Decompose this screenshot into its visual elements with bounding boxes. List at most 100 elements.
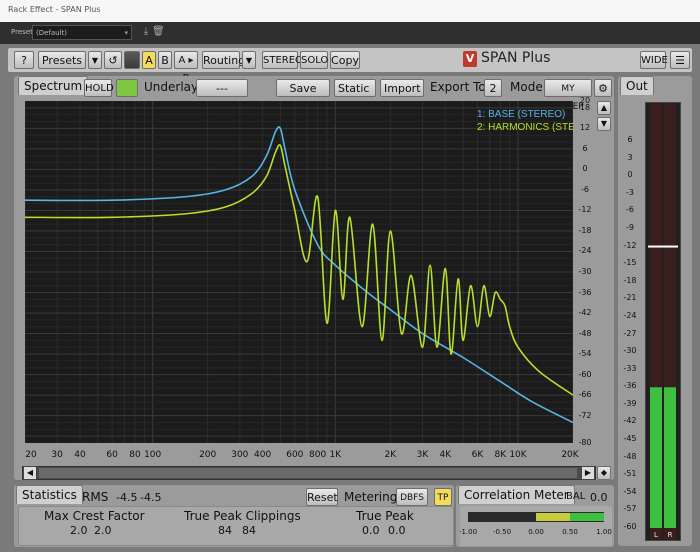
static-label: Static (338, 82, 370, 95)
host-preset-bar: Presets: (Default) ⤓ 🗑 (0, 22, 700, 44)
y-tick-label: -6 (581, 184, 589, 194)
x-axis-labels: 20 30 40 60 80 100 200 300 400 600 800 1K 2K 3K 4K 6K 8K… (20, 450, 580, 464)
preset-dropdown[interactable]: (Default) (32, 25, 132, 41)
span-plus-logo: V SPAN Plus (463, 50, 550, 67)
out-tick-label: -3 (626, 187, 634, 197)
solo-button[interactable]: SOLO (300, 51, 328, 69)
x-tick-label: 30 (51, 450, 63, 460)
tab-correlation-meter[interactable]: Correlation Meter (458, 485, 575, 504)
b-button[interactable]: B (158, 51, 172, 69)
underlay-select[interactable]: --- (196, 79, 248, 97)
mode-select[interactable]: MY SWEEP (544, 79, 592, 112)
hold-button[interactable]: HOLD (84, 79, 114, 97)
x-tick-label: 100 (144, 450, 162, 460)
rms-right-value: -4.5 (140, 491, 162, 504)
presets-menu-arrow-icon[interactable]: ▼ (88, 51, 102, 69)
clippings-left-value: 84 (218, 524, 232, 537)
export-slot-select[interactable]: 2 (484, 79, 502, 97)
y-tick-label: -36 (578, 287, 592, 297)
presets-button[interactable]: Presets (38, 51, 86, 69)
delete-preset-icon[interactable]: 🗑 (152, 26, 165, 38)
hold-indicator[interactable] (116, 79, 138, 97)
menu-icon[interactable]: ☰ (670, 51, 690, 69)
x-tick-label: 8K (494, 450, 507, 460)
tab-statistics[interactable]: Statistics (16, 485, 83, 504)
help-button[interactable]: ? (14, 51, 34, 69)
rms-label: RMS (82, 490, 109, 504)
correlation-tick-label: -0.50 (493, 528, 511, 536)
stereo-button[interactable]: STEREO (262, 51, 303, 69)
out-tick-label: -18 (623, 275, 637, 285)
a-button[interactable]: A (142, 51, 156, 69)
spectrum-settings-gear-icon[interactable]: ⚙ (594, 79, 612, 97)
correlation-fill-mid (536, 513, 570, 521)
output-level-meter: L R (645, 102, 681, 541)
routing-menu-arrow-icon[interactable]: ▼ (242, 51, 256, 69)
static-dropdown[interactable]: Static ▾ (334, 79, 376, 113)
y-tick-label: -30 (578, 267, 592, 276)
crest-right-value: 2.0 (94, 524, 112, 537)
y-tick-label: -12 (578, 205, 592, 215)
reset-stats-button[interactable]: Reset (306, 488, 338, 506)
import-dropdown[interactable]: Import ▾ (380, 79, 424, 113)
reset-icon[interactable]: ↺ (104, 51, 122, 69)
x-tick-label: 20K (561, 450, 579, 460)
frequency-scrollbar[interactable]: ◀ ▶ (22, 466, 596, 480)
correlation-tick-label: -1.00 (460, 528, 477, 536)
out-tick-label: -9 (626, 222, 634, 232)
zoom-in-icon[interactable]: ▲ (597, 101, 611, 115)
peak-hold-marker (648, 245, 678, 248)
save-preset-icon[interactable]: ⤓ (140, 26, 152, 38)
metering-select[interactable]: DBFS (396, 488, 428, 506)
export-label: Export To (430, 80, 486, 94)
scroll-left-icon[interactable]: ◀ (23, 466, 37, 480)
wide-button[interactable]: WIDE (640, 51, 668, 69)
out-tick-label: -30 (623, 346, 637, 356)
out-tick-label: -57 (623, 504, 637, 514)
channel-r-label: R (668, 531, 673, 539)
host-title-bar: Rack Effect - SPAN Plus (0, 0, 700, 23)
correlation-tick-label: 1.00 (596, 528, 612, 536)
out-tick-label: -54 (623, 486, 637, 496)
window-title: Rack Effect - SPAN Plus (8, 5, 101, 14)
y-tick-label: -48 (578, 328, 592, 338)
reset-zoom-icon[interactable]: ◆ (597, 466, 611, 480)
out-tick-label: -60 (623, 522, 637, 531)
scroll-thumb[interactable] (39, 468, 577, 478)
x-tick-label: 10K (509, 450, 527, 460)
compare-toggle[interactable] (124, 51, 140, 69)
out-tick-label: -42 (623, 416, 637, 426)
true-peak-toggle[interactable]: TP (434, 488, 452, 506)
y-tick-label: 18 (579, 102, 591, 112)
x-tick-label: 1K (329, 450, 342, 460)
copy-button[interactable]: Copy (330, 51, 360, 69)
y-tick-label: -60 (578, 369, 592, 379)
tab-spectrum[interactable]: Spectrum (18, 76, 89, 95)
correlation-meter: -1.00 -0.50 0.00 0.50 1.00 (460, 506, 612, 546)
routing-button[interactable]: Routing (202, 51, 245, 69)
a-to-b-button[interactable]: A ▸ B (174, 51, 198, 84)
true-peak-label: True Peak (356, 509, 414, 523)
scroll-right-icon[interactable]: ▶ (581, 466, 595, 480)
legend-harmonics: 2: HARMONICS (STEREO) (477, 122, 573, 133)
x-tick-label: 800 (309, 450, 327, 460)
x-tick-label: 60 (106, 450, 118, 460)
x-tick-label: 80 (129, 450, 141, 460)
out-tick-label: 0 (627, 170, 633, 180)
tab-out[interactable]: Out (620, 76, 654, 95)
y-tick-label: -66 (578, 390, 592, 400)
spectrum-graph[interactable]: 1: BASE (STEREO) 2: HARMONICS (STEREO) (25, 101, 573, 443)
x-tick-label: 200 (199, 450, 217, 460)
out-tick-label: -48 (623, 451, 637, 461)
save-png-button[interactable]: Save PNG (276, 79, 330, 113)
x-tick-label: 300 (231, 450, 249, 460)
meter-l-level (650, 387, 662, 528)
zoom-out-icon[interactable]: ▼ (597, 117, 611, 131)
y-tick-label: 0 (582, 164, 588, 174)
y-tick-label: -18 (578, 225, 592, 235)
true-peak-right-value: 0.0 (388, 524, 406, 537)
meter-r-level (664, 387, 676, 528)
y-axis-labels: 20 18 12 6 0 -6 -12 -18 -24 -30 -36 -42 -48 -54 -60 -66… (574, 96, 596, 447)
out-tick-label: -12 (623, 240, 637, 250)
underlay-label: Underlay (144, 80, 199, 94)
